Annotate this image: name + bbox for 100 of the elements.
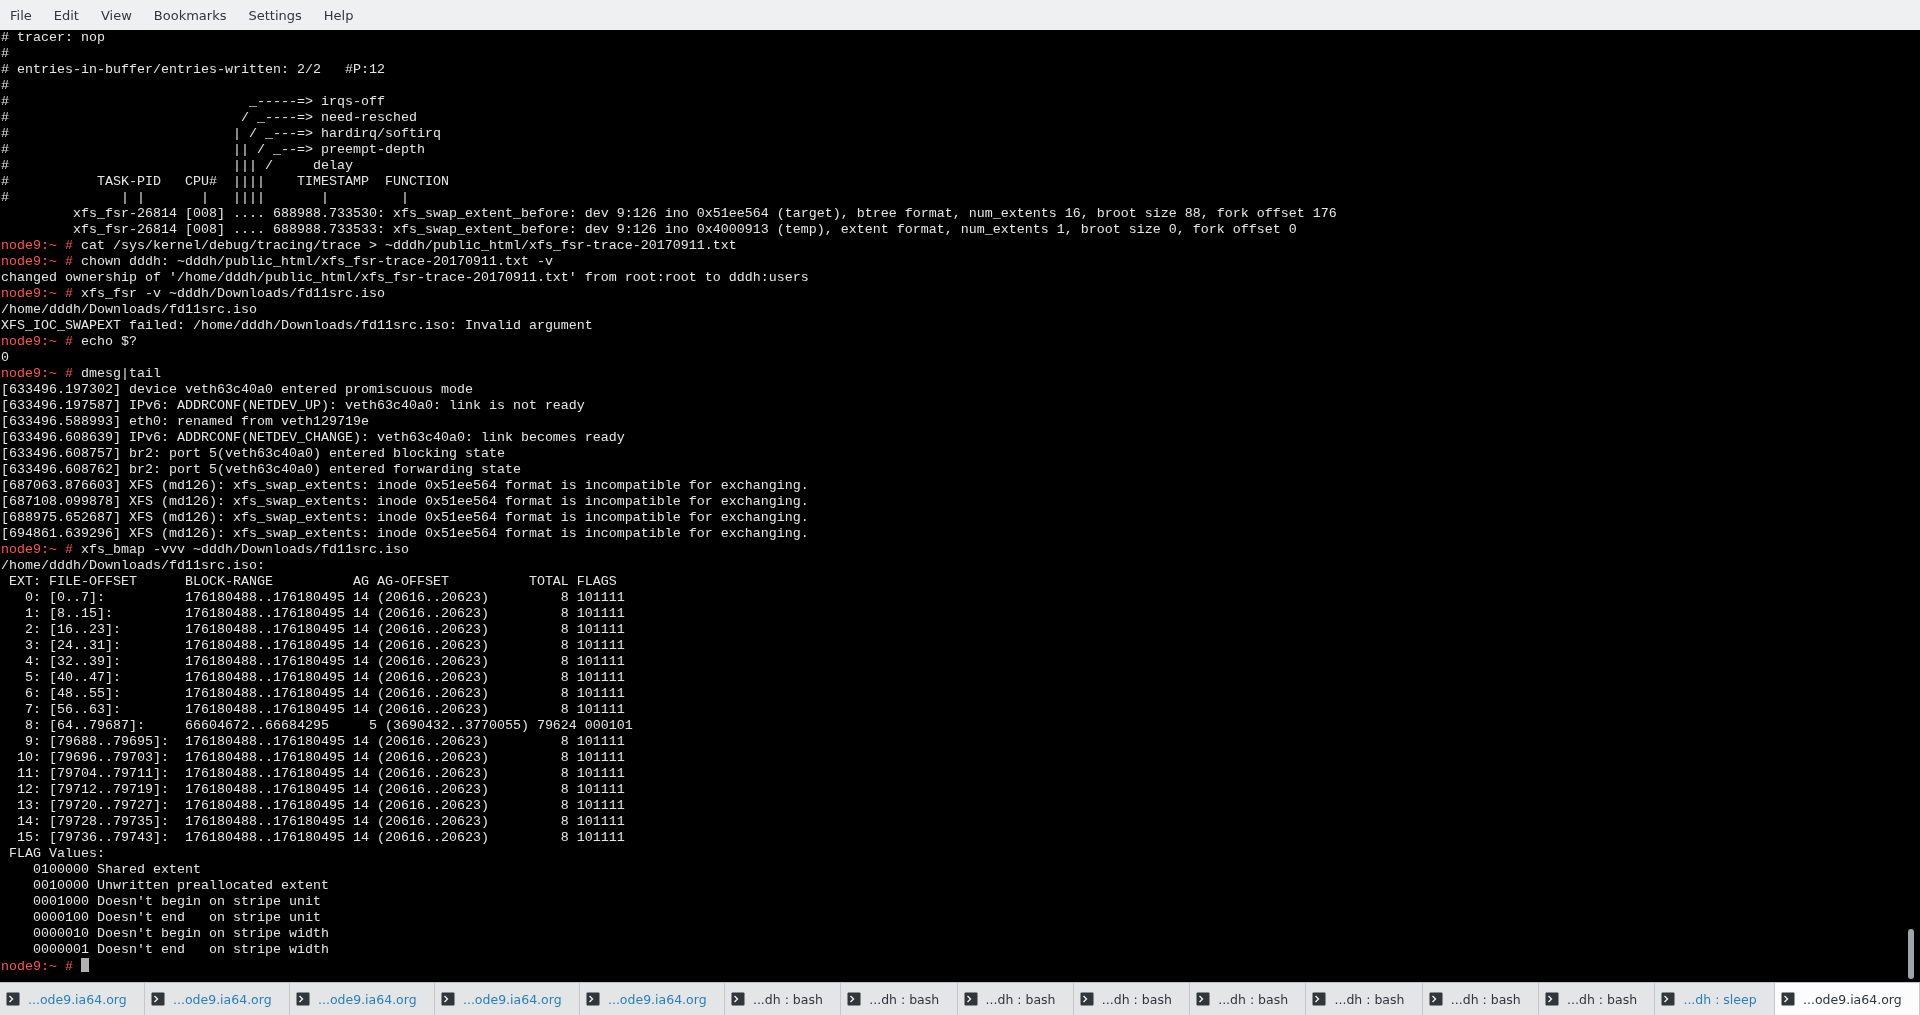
output-line: # | | | |||| | | [1, 190, 410, 206]
menu-item[interactable]: View [91, 5, 142, 25]
terminal-icon [730, 992, 745, 1006]
output-line: # entries-in-buffer/entries-written: 2/2 #P:12 [1, 62, 386, 78]
output-line: [633496.588993] eth0: renamed from veth129719e [1, 414, 370, 430]
terminal-icon [963, 992, 978, 1006]
command-text: xfs_fsr -v ~dddh/Downloads/fd11src.iso [81, 286, 385, 301]
output-line: 9: [79688..79695]: 176180488..176180495 14 (20616..20623) 8 101111 [24, 734, 626, 750]
terminal-tab[interactable]: ...ode9.ia64.org [289, 983, 435, 1015]
output-line: # | / _---=> hardirq/softirq [1, 126, 442, 142]
terminal-tab[interactable]: ...dh : bash [841, 983, 958, 1015]
menu-item[interactable]: Bookmarks [144, 5, 237, 25]
command-text: chown dddh: ~dddh/public_html/xfs_fsr-trace-20170911.txt -v [81, 254, 553, 269]
output-line: # [1, 78, 10, 94]
text-cursor [81, 958, 89, 972]
output-line: xfs_fsr-26814 [008] .... 688988.733530: xfs_swap_extent_before: dev 9:126 ino 0x51ee564 (target), btree format, num_extents 16, broot size 88, fork offset 176 [71, 206, 1338, 222]
output-line: 2: [16..23]: 176180488..176180495 14 (20616..20623) 8 101111 [24, 622, 626, 638]
output-line: [687108.099878] XFS (md126): xfs_swap_extents: inode 0x51ee564 format is incompatible for exchanging. [1, 494, 810, 510]
terminal-icon [585, 992, 600, 1006]
shell-prompt: node9:~ # [1, 366, 73, 381]
output-line: # TASK-PID CPU# |||| TIMESTAMP FUNCTION [1, 174, 450, 190]
menu-item[interactable]: File [1, 5, 42, 25]
output-line: [694861.639296] XFS (md126): xfs_swap_extents: inode 0x51ee564 format is incompatible for exchanging. [1, 526, 810, 542]
output-line: 8: [64..79687]: 66604672..66684295 5 (3690432..3770055) 79624 000101 [24, 718, 634, 734]
terminal-tab[interactable]: ...dh : bash [1306, 983, 1423, 1015]
output-line: 0001000 Doesn't begin on stripe unit [32, 894, 322, 910]
output-line: [633496.608762] br2: port 5(veth63c40a0) entered forwarding state [1, 462, 522, 478]
output-line: 0000100 Doesn't end on stripe unit [32, 910, 322, 926]
terminal-icon [1428, 992, 1443, 1006]
output-line: # / _----=> need-resched [1, 110, 418, 126]
output-line: 0 [1, 350, 10, 366]
terminal-tab[interactable]: ...dh : bash [724, 983, 842, 1015]
output-line: XFS_IOC_SWAPEXT failed: /home/dddh/Downloads/fd11src.iso: Invalid argument [1, 318, 594, 334]
shell-prompt: node9:~ # [1, 238, 73, 253]
terminal-icon [1661, 992, 1676, 1006]
terminal-tab[interactable]: ...ode9.ia64.org [145, 983, 290, 1015]
output-line: 12: [79712..79719]: 176180488..176180495 14 (20616..20623) 8 101111 [16, 782, 626, 798]
menu-item[interactable]: Settings [239, 5, 312, 25]
shell-prompt: node9:~ # [1, 286, 73, 301]
output-line: # [1, 46, 10, 62]
output-line: xfs_fsr-26814 [008] .... 688988.733533: xfs_swap_extent_before: dev 9:126 ino 0x4000913 (temp), extent format, num_extents 1, broot size 0, fork offset 0 [71, 222, 1298, 238]
terminal-icon [1079, 992, 1094, 1006]
terminal-tab[interactable]: ...dh : bash [1539, 983, 1656, 1015]
terminal-tab[interactable]: ...dh : bash [1190, 983, 1307, 1015]
output-line: 0010000 Unwritten preallocated extent [32, 878, 330, 894]
terminal-icon [6, 992, 20, 1006]
menu-item[interactable]: Edit [44, 5, 89, 25]
output-line: changed ownership of '/home/dddh/public_html/xfs_fsr-trace-20170911.txt' from root:root to dddh:users [1, 270, 810, 286]
terminal-icon [847, 992, 862, 1006]
terminal-icon [1545, 992, 1560, 1006]
output-line: 10: [79696..79703]: 176180488..176180495 14 (20616..20623) 8 101111 [16, 750, 626, 766]
terminal-icon [1196, 992, 1211, 1006]
terminal-tab[interactable]: ...ode9.ia64.org [1775, 983, 1920, 1015]
output-line: 0000010 Doesn't begin on stripe width [32, 926, 330, 942]
terminal-icon [295, 992, 310, 1006]
command-text: dmesg|tail [81, 366, 161, 381]
output-line: 0100000 Shared extent [32, 862, 202, 878]
output-line: 5: [40..47]: 176180488..176180495 14 (20616..20623) 8 101111 [24, 670, 626, 686]
output-line: 14: [79728..79735]: 176180488..176180495 14 (20616..20623) 8 101111 [16, 814, 626, 830]
output-line: # tracer: nop [1, 30, 106, 46]
output-line: [633496.608639] IPv6: ADDRCONF(NETDEV_CHANGE): veth63c40a0: link becomes ready [1, 430, 626, 446]
terminal-tab[interactable]: ...ode9.ia64.org [0, 983, 145, 1015]
output-line: [633496.197302] device veth63c40a0 entered promiscuous mode [1, 382, 474, 398]
output-line: 0000001 Doesn't end on stripe width [32, 942, 330, 958]
output-line: /home/dddh/Downloads/fd11src.iso [1, 302, 258, 318]
output-line: 6: [48..55]: 176180488..176180495 14 (20616..20623) 8 101111 [24, 686, 626, 702]
terminal-icon [1312, 992, 1327, 1006]
shell-prompt: node9:~ # [1, 254, 73, 269]
output-line: /home/dddh/Downloads/fd11src.iso: [1, 558, 266, 574]
output-line: # || / _--=> preempt-depth [1, 142, 426, 158]
menu-item[interactable]: Help [314, 5, 364, 25]
command-text: echo $? [81, 334, 137, 349]
output-line: [633496.608757] br2: port 5(veth63c40a0) entered blocking state [1, 446, 506, 462]
terminal-tab[interactable]: ...dh : bash [1422, 983, 1540, 1015]
output-line: EXT: FILE-OFFSET BLOCK-RANGE AG AG-OFFSET TOTAL FLAGS [8, 574, 618, 590]
output-line: 1: [8..15]: 176180488..176180495 14 (20616..20623) 8 101111 [24, 606, 626, 622]
output-line: # ||| / delay [1, 158, 354, 174]
output-line: 7: [56..63]: 176180488..176180495 14 (20616..20623) 8 101111 [24, 702, 626, 718]
output-line: 4: [32..39]: 176180488..176180495 14 (20616..20623) 8 101111 [24, 654, 626, 670]
terminal-icon [440, 992, 455, 1006]
output-line: 3: [24..31]: 176180488..176180495 14 (20616..20623) 8 101111 [24, 638, 626, 654]
output-line: [687063.876603] XFS (md126): xfs_swap_extents: inode 0x51ee564 format is incompatible for exchanging. [1, 478, 810, 494]
output-line: 15: [79736..79743]: 176180488..176180495 14 (20616..20623) 8 101111 [16, 830, 626, 846]
terminal-tab[interactable]: ...dh : bash [1073, 983, 1191, 1015]
command-text: xfs_bmap -vvv ~dddh/Downloads/fd11src.iso [81, 542, 409, 557]
output-line: FLAG Values: [8, 846, 106, 862]
output-line: [688975.652687] XFS (md126): xfs_swap_extents: inode 0x51ee564 format is incompatible for exchanging. [1, 510, 810, 526]
output-line: 0: [0..7]: 176180488..176180495 14 (20616..20623) 8 101111 [24, 590, 626, 606]
scrollbar-thumb[interactable] [1908, 929, 1914, 979]
output-line: [633496.197587] IPv6: ADDRCONF(NETDEV_UP): veth63c40a0: link is not ready [1, 398, 586, 414]
terminal-icon [1781, 992, 1795, 1006]
terminal-icon [151, 992, 165, 1006]
shell-prompt: node9:~ # [1, 959, 73, 974]
shell-prompt: node9:~ # [1, 334, 73, 349]
shell-prompt: node9:~ # [1, 542, 73, 557]
output-line: 11: [79704..79711]: 176180488..176180495 14 (20616..20623) 8 101111 [16, 766, 626, 782]
output-line: # _-----=> irqs-off [1, 94, 386, 110]
terminal-tab[interactable]: ...dh : bash [957, 983, 1074, 1015]
output-line: 13: [79720..79727]: 176180488..176180495 14 (20616..20623) 8 101111 [16, 798, 626, 814]
command-text: cat /sys/kernel/debug/tracing/trace > ~dddh/public_html/xfs_fsr-trace-20170911.txt [81, 238, 737, 253]
